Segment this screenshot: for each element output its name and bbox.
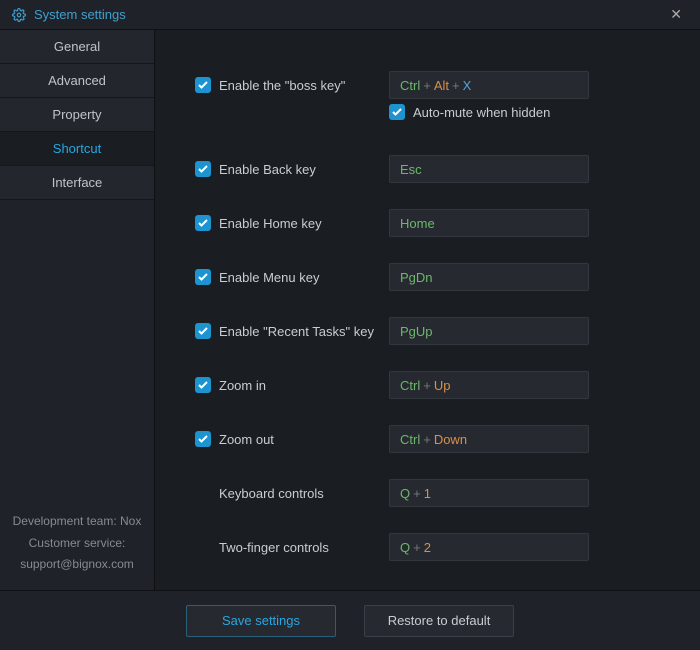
save-button[interactable]: Save settings bbox=[186, 605, 336, 637]
row-keyboard: Keyboard controls Q+1 bbox=[195, 466, 668, 520]
gear-icon bbox=[12, 8, 26, 22]
label-zoomout: Zoom out bbox=[219, 432, 389, 447]
hotkey-home[interactable]: Home bbox=[389, 209, 589, 237]
checkbox-back[interactable] bbox=[195, 161, 211, 177]
checkbox-zoomout[interactable] bbox=[195, 431, 211, 447]
sidebar-footer: Development team: Nox Customer service: … bbox=[0, 501, 154, 590]
footer-line-1: Development team: Nox bbox=[8, 511, 146, 533]
sidebar-tabs: General Advanced Property Shortcut Inter… bbox=[0, 30, 154, 200]
label-keyboard: Keyboard controls bbox=[219, 486, 389, 501]
checkbox-automute[interactable] bbox=[389, 104, 405, 120]
label-zoomin: Zoom in bbox=[219, 378, 389, 393]
label-recent: Enable "Recent Tasks" key bbox=[219, 324, 389, 339]
row-menu: Enable Menu key PgDn bbox=[195, 250, 668, 304]
checkbox-bosskey[interactable] bbox=[195, 77, 211, 93]
hotkey-zoomout[interactable]: Ctrl+Down bbox=[389, 425, 589, 453]
close-button[interactable]: ✕ bbox=[664, 4, 688, 25]
sidebar-spacer bbox=[0, 200, 154, 501]
hotkey-bosskey[interactable]: Ctrl+Alt+X bbox=[389, 71, 589, 99]
restore-button[interactable]: Restore to default bbox=[364, 605, 514, 637]
window-title: System settings bbox=[34, 7, 664, 22]
label-automute: Auto-mute when hidden bbox=[413, 105, 556, 120]
footer-line-2: Customer service: bbox=[8, 533, 146, 555]
label-menu: Enable Menu key bbox=[219, 270, 389, 285]
label-home: Enable Home key bbox=[219, 216, 389, 231]
tab-shortcut[interactable]: Shortcut bbox=[0, 132, 154, 166]
hotkey-menu[interactable]: PgDn bbox=[389, 263, 589, 291]
footer-line-3: support@bignox.com bbox=[8, 554, 146, 576]
hotkey-back[interactable]: Esc bbox=[389, 155, 589, 183]
tab-general[interactable]: General bbox=[0, 30, 154, 64]
row-home: Enable Home key Home bbox=[195, 196, 668, 250]
row-zoomout: Zoom out Ctrl+Down bbox=[195, 412, 668, 466]
tab-advanced[interactable]: Advanced bbox=[0, 64, 154, 98]
row-zoomin: Zoom in Ctrl+Up bbox=[195, 358, 668, 412]
checkbox-zoomin[interactable] bbox=[195, 377, 211, 393]
hotkey-recent[interactable]: PgUp bbox=[389, 317, 589, 345]
titlebar: System settings ✕ bbox=[0, 0, 700, 30]
checkbox-home[interactable] bbox=[195, 215, 211, 231]
label-twofinger: Two-finger controls bbox=[219, 540, 389, 555]
row-back: Enable Back key Esc bbox=[195, 142, 668, 196]
row-twofinger: Two-finger controls Q+2 bbox=[195, 520, 668, 574]
sidebar: General Advanced Property Shortcut Inter… bbox=[0, 30, 155, 590]
hotkey-keyboard[interactable]: Q+1 bbox=[389, 479, 589, 507]
hotkey-zoomin[interactable]: Ctrl+Up bbox=[389, 371, 589, 399]
row-recent: Enable "Recent Tasks" key PgUp bbox=[195, 304, 668, 358]
main: General Advanced Property Shortcut Inter… bbox=[0, 30, 700, 590]
content: Enable the "boss key" Ctrl+Alt+X Auto-mu… bbox=[155, 30, 700, 590]
checkbox-recent[interactable] bbox=[195, 323, 211, 339]
checkbox-menu[interactable] bbox=[195, 269, 211, 285]
label-back: Enable Back key bbox=[219, 162, 389, 177]
tab-interface[interactable]: Interface bbox=[0, 166, 154, 200]
tab-property[interactable]: Property bbox=[0, 98, 154, 132]
footer: Save settings Restore to default bbox=[0, 590, 700, 650]
hotkey-twofinger[interactable]: Q+2 bbox=[389, 533, 589, 561]
label-bosskey: Enable the "boss key" bbox=[219, 78, 389, 93]
